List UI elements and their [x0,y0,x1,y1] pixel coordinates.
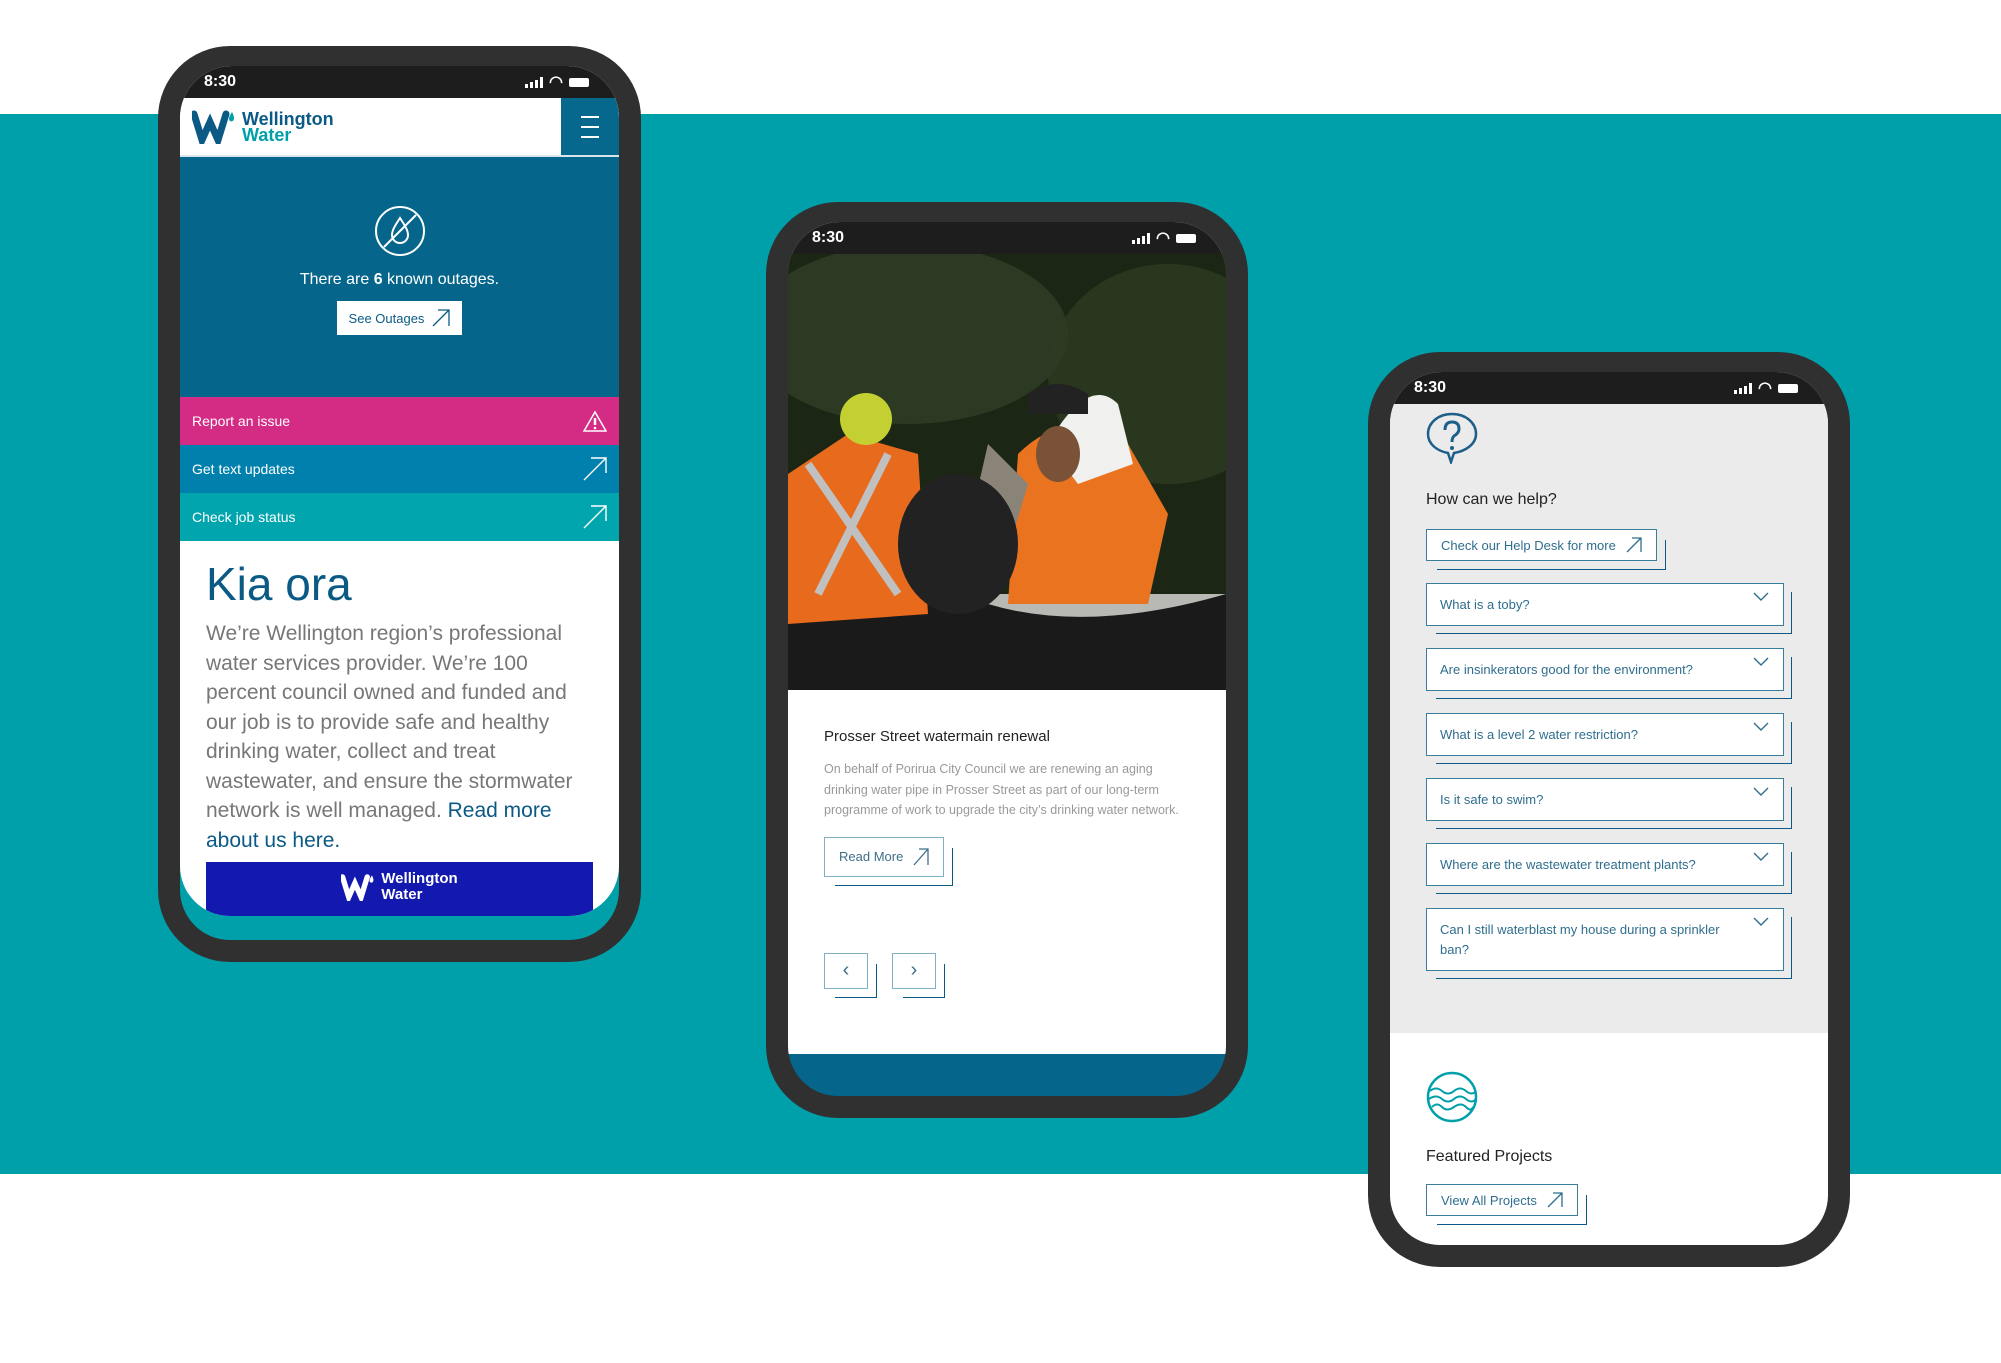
faq-item[interactable]: What is a toby? [1426,583,1792,634]
phone-mockup-project: 8:30 ◠ Prosser Street watermain renewal … [766,202,1248,1118]
arrow-up-right-icon [583,457,607,481]
status-time: 8:30 [204,73,237,90]
chevron-down-icon [1753,852,1769,861]
site-header: Wellington Water [180,98,619,157]
project-photo [788,254,1226,690]
chevron-down-icon [1753,917,1769,926]
battery-icon [569,77,589,87]
project-description: On behalf of Porirua City Council we are… [824,762,1179,817]
wifi-icon: ◠ [549,74,563,91]
intro-paragraph: We’re Wellington region’s professional w… [206,622,573,852]
see-outages-button[interactable]: See Outages [336,301,463,335]
phone-mockup-help: 8:30 ◠ How can we help? Check our Help D… [1368,352,1850,1267]
view-all-projects-button[interactable]: View All Projects [1426,1184,1587,1225]
chevron-down-icon [1753,657,1769,666]
water-waves-icon [1426,1071,1478,1123]
battery-icon [1176,233,1196,243]
help-desk-button[interactable]: Check our Help Desk for more [1426,529,1666,570]
read-more-button[interactable]: Read More [824,836,954,886]
report-issue-link[interactable]: Report an issue [180,397,619,445]
warning-icon [583,410,607,432]
text-updates-link[interactable]: Get text updates [180,445,619,493]
arrow-up-right-icon [1626,537,1642,553]
status-bar: 8:30 ◠ [1390,372,1828,404]
wellington-water-logo[interactable]: Wellington Water [180,98,561,155]
projects-heading: Featured Projects [1426,1148,1553,1165]
chevron-left-icon: ‹ [842,959,850,981]
signal-icon [1132,232,1151,244]
projects-section: Featured Projects View All Projects [1390,1033,1828,1225]
wifi-icon: ◠ [1758,380,1772,397]
faq-item[interactable]: Where are the wastewater treatment plant… [1426,843,1792,894]
footer-logo: Wellington Water [206,862,593,916]
status-time: 8:30 [1414,379,1447,396]
no-water-drop-icon [374,206,425,256]
logo-w-mark-icon [192,110,234,144]
footer-logo-line-2: Water [381,886,423,903]
faq-item[interactable]: Is it safe to swim? [1426,778,1792,829]
chevron-right-icon: › [910,959,918,981]
chevron-down-icon [1753,722,1769,731]
phone-mockup-home: 8:30 ◠ Wellington Water There are 6 known… [158,46,641,962]
arrow-up-right-icon [432,309,451,327]
logo-line-2: Water [242,124,292,145]
battery-icon [1778,383,1798,393]
status-time: 8:30 [812,229,845,246]
question-bubble-icon [1426,412,1478,466]
signal-icon [525,76,544,88]
outages-text: There are 6 known outages. [299,271,500,288]
chevron-down-icon [1753,787,1769,796]
chevron-down-icon [1753,592,1769,601]
faq-item[interactable]: Can I still waterblast my house during a… [1426,908,1792,979]
job-status-link[interactable]: Check job status [180,493,619,541]
status-bar: 8:30 ◠ [180,66,619,98]
hamburger-menu-button[interactable] [561,98,619,155]
faq-item[interactable]: What is a level 2 water restriction? [1426,713,1792,764]
carousel-next-button[interactable]: › [892,952,945,998]
arrow-up-right-icon [583,505,607,529]
help-heading: How can we help? [1426,491,1557,508]
help-section: How can we help? Check our Help Desk for… [1390,404,1828,1033]
faq-list: What is a toby? Are insinkerators good f… [1426,583,1792,979]
signal-icon [1734,382,1753,394]
arrow-up-right-icon [913,847,929,865]
faq-item[interactable]: Are insinkerators good for the environme… [1426,648,1792,699]
welcome-heading: Kia ora [206,558,352,610]
arrow-up-right-icon [1547,1192,1563,1208]
footer-logo-mark-icon [341,874,374,901]
project-title: Prosser Street watermain renewal [824,728,1050,745]
carousel-prev-button[interactable]: ‹ [824,952,877,998]
footer-logo-line-1: Wellington [381,870,458,887]
outages-banner: There are 6 known outages. See Outages [180,157,619,397]
status-bar: 8:30 ◠ [788,222,1226,254]
wifi-icon: ◠ [1156,230,1170,247]
